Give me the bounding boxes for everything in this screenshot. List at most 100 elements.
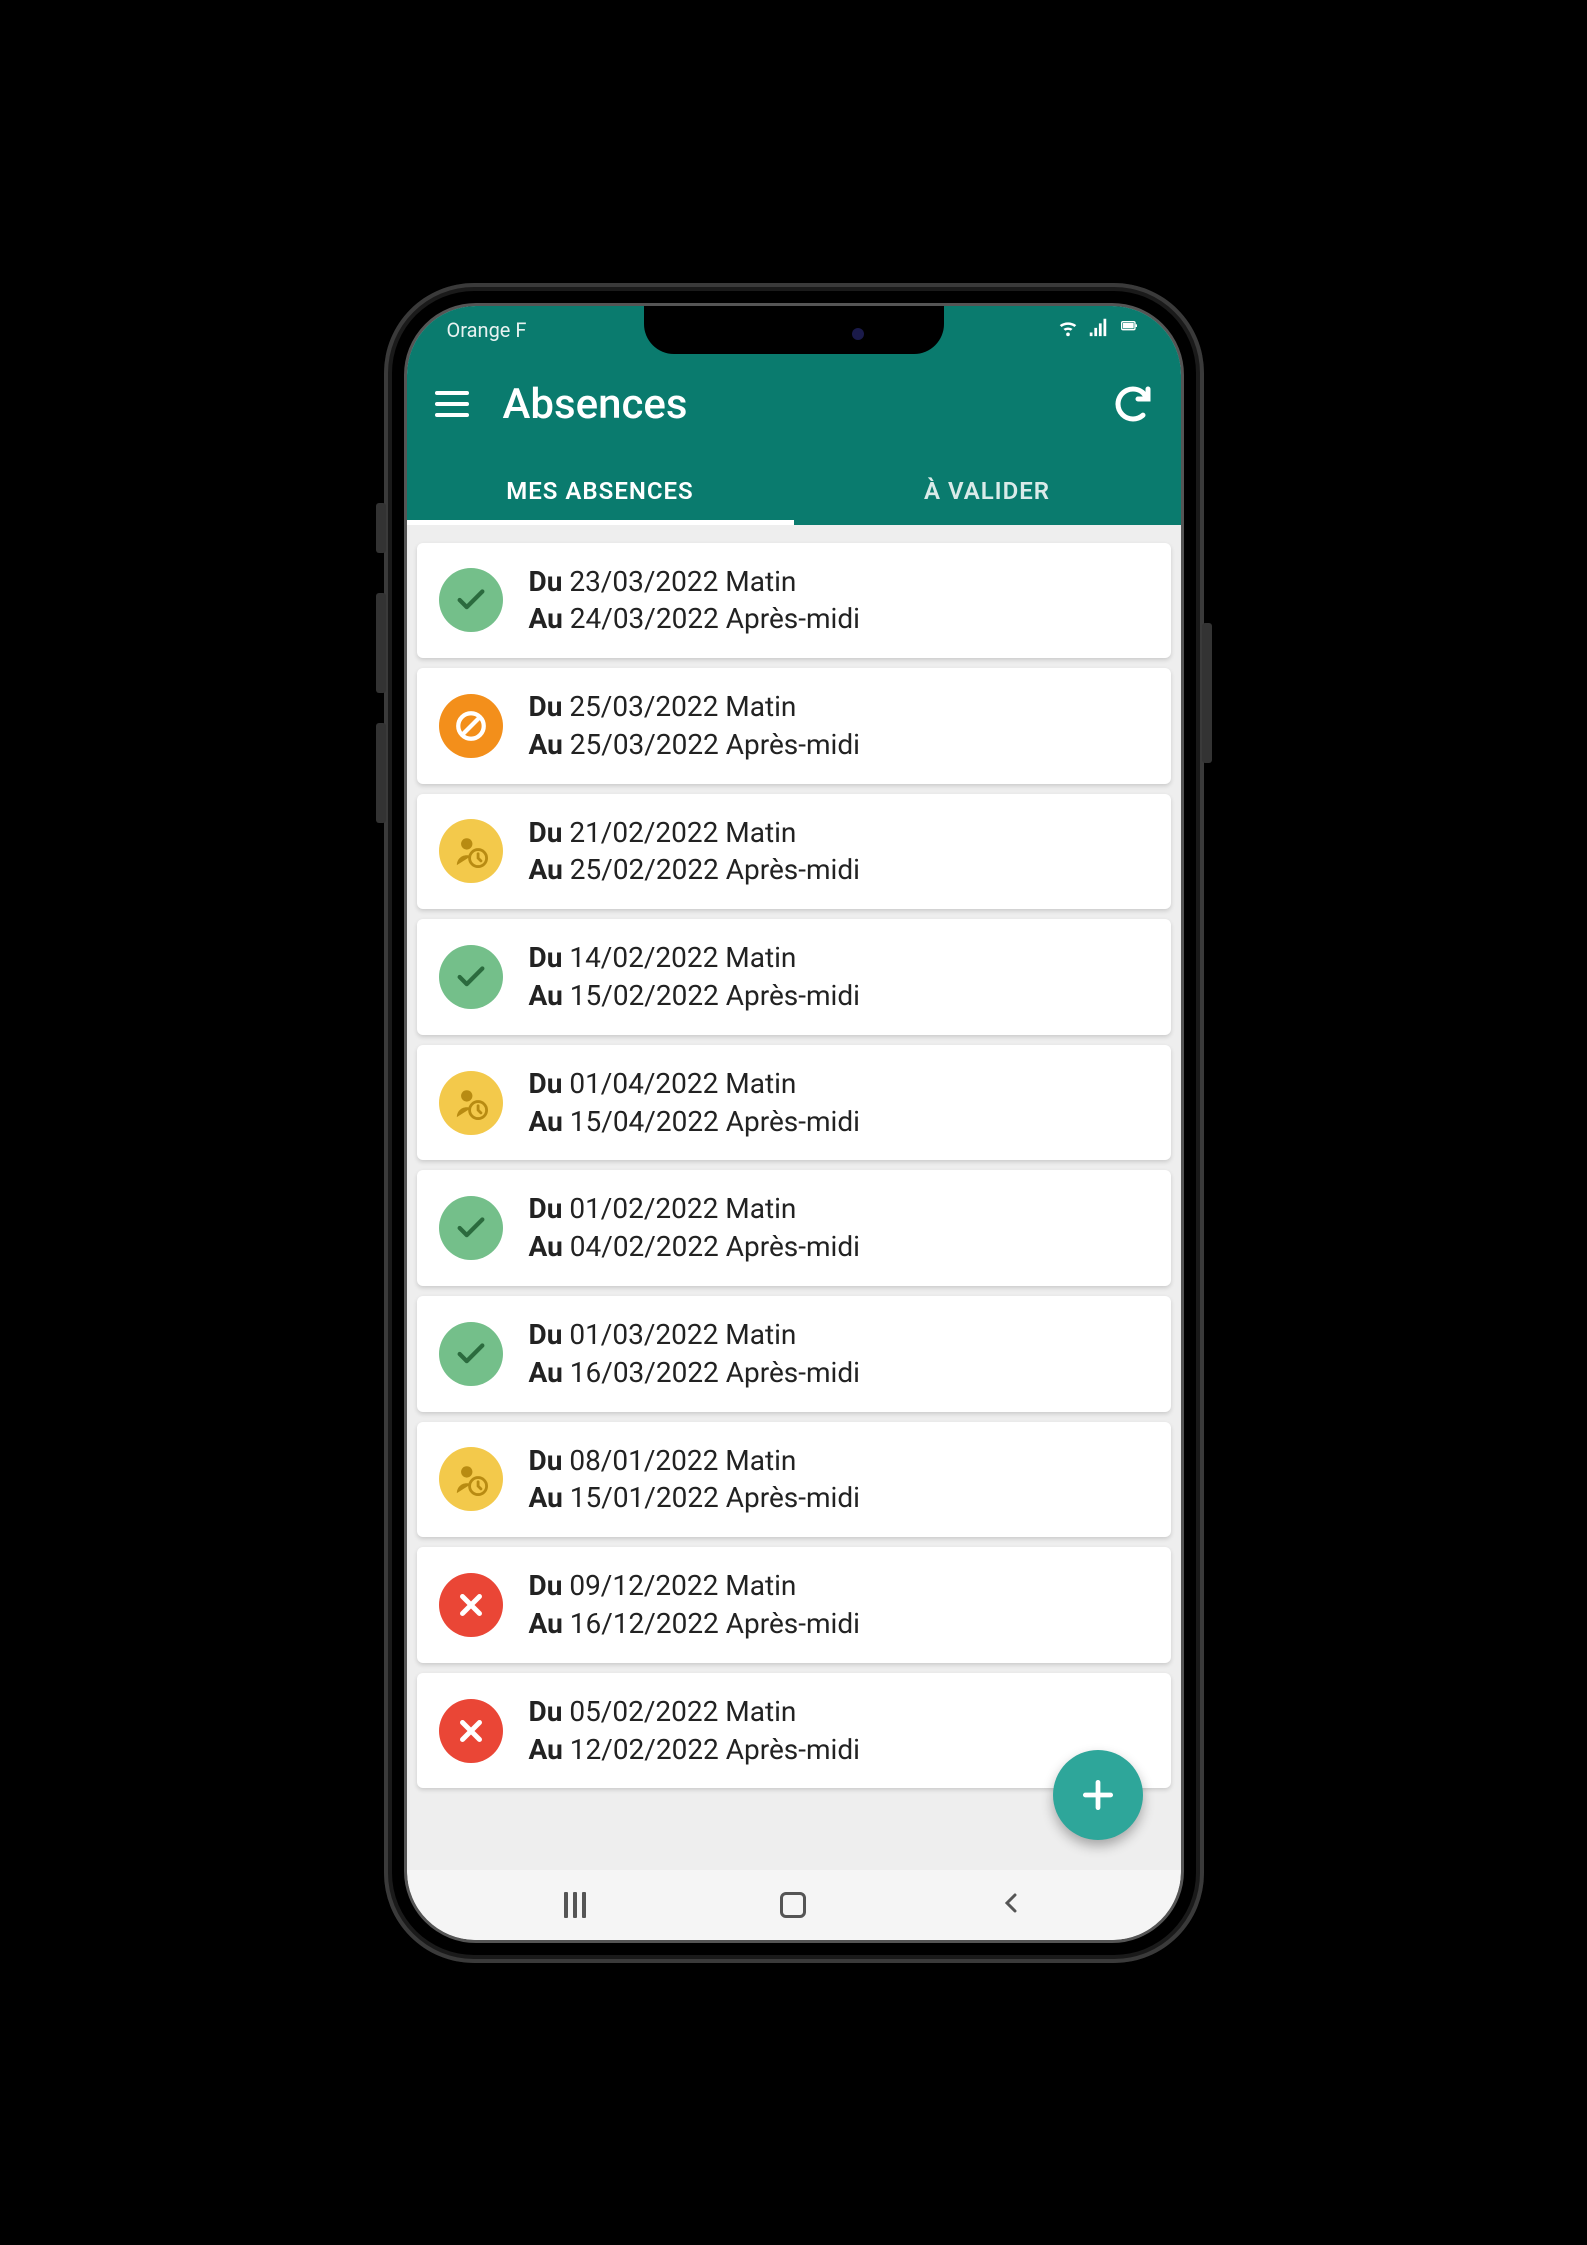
absence-card[interactable]: Du 01/04/2022 MatinAu 15/04/2022 Après-m… (417, 1045, 1171, 1161)
from-value: 14/02/2022 Matin (562, 941, 796, 974)
absence-text: Du 01/02/2022 MatinAu 04/02/2022 Après-m… (529, 1190, 860, 1266)
to-value: 16/03/2022 Après-midi (563, 1356, 860, 1389)
to-value: 15/04/2022 Après-midi (563, 1105, 860, 1138)
to-value: 04/02/2022 Après-midi (563, 1230, 860, 1263)
check-icon (439, 1322, 503, 1386)
from-value: 08/01/2022 Matin (562, 1444, 796, 1477)
absence-text: Du 25/03/2022 MatinAu 25/03/2022 Après-m… (529, 688, 860, 764)
app-header: Absences (407, 354, 1181, 455)
absence-text: Du 09/12/2022 MatinAu 16/12/2022 Après-m… (529, 1567, 860, 1643)
absence-card[interactable]: Du 01/03/2022 MatinAu 16/03/2022 Après-m… (417, 1296, 1171, 1412)
tab-to-validate[interactable]: À VALIDER (794, 455, 1181, 525)
phone-volume-up (376, 593, 386, 693)
nav-home-button[interactable] (780, 1892, 806, 1918)
absence-card[interactable]: Du 01/02/2022 MatinAu 04/02/2022 Après-m… (417, 1170, 1171, 1286)
refresh-button[interactable] (1113, 384, 1153, 424)
absence-card[interactable]: Du 09/12/2022 MatinAu 16/12/2022 Après-m… (417, 1547, 1171, 1663)
from-label: Du (529, 1695, 563, 1728)
screen: Orange F Absences (407, 306, 1181, 1940)
nav-back-button[interactable] (1000, 1891, 1024, 1919)
from-value: 01/03/2022 Matin (562, 1318, 796, 1351)
status-carrier: Orange F (447, 318, 527, 342)
to-value: 15/01/2022 Après-midi (563, 1481, 860, 1514)
from-label: Du (529, 1192, 563, 1225)
from-value: 25/03/2022 Matin (562, 690, 796, 723)
absence-text: Du 21/02/2022 MatinAu 25/02/2022 Après-m… (529, 814, 860, 890)
absence-from-line: Du 08/01/2022 Matin (529, 1442, 860, 1480)
from-label: Du (529, 1444, 563, 1477)
add-absence-button[interactable] (1053, 1750, 1143, 1840)
to-value: 25/03/2022 Après-midi (563, 728, 860, 761)
to-label: Au (529, 728, 563, 761)
to-label: Au (529, 602, 563, 635)
phone-power-button (1202, 623, 1212, 763)
to-value: 25/02/2022 Après-midi (563, 853, 860, 886)
to-value: 15/02/2022 Après-midi (563, 979, 860, 1012)
from-label: Du (529, 1067, 563, 1100)
absence-from-line: Du 01/04/2022 Matin (529, 1065, 860, 1103)
absence-card[interactable]: Du 05/02/2022 MatinAu 12/02/2022 Après-m… (417, 1673, 1171, 1789)
absence-to-line: Au 25/03/2022 Après-midi (529, 726, 860, 764)
absence-card[interactable]: Du 23/03/2022 MatinAu 24/03/2022 Après-m… (417, 543, 1171, 659)
from-value: 01/02/2022 Matin (562, 1192, 796, 1225)
to-value: 12/02/2022 Après-midi (563, 1733, 860, 1766)
absence-card[interactable]: Du 21/02/2022 MatinAu 25/02/2022 Après-m… (417, 794, 1171, 910)
from-value: 23/03/2022 Matin (562, 565, 796, 598)
close-icon (439, 1573, 503, 1637)
to-label: Au (529, 1105, 563, 1138)
page-title: Absences (503, 380, 1079, 429)
absence-to-line: Au 04/02/2022 Après-midi (529, 1228, 860, 1266)
check-icon (439, 1196, 503, 1260)
to-value: 24/03/2022 Après-midi (563, 602, 860, 635)
battery-icon (1117, 319, 1141, 340)
phone-frame: Orange F Absences (384, 283, 1204, 1963)
absence-from-line: Du 05/02/2022 Matin (529, 1693, 860, 1731)
absence-text: Du 05/02/2022 MatinAu 12/02/2022 Après-m… (529, 1693, 860, 1769)
absence-from-line: Du 23/03/2022 Matin (529, 563, 860, 601)
absence-to-line: Au 15/04/2022 Après-midi (529, 1103, 860, 1141)
from-value: 01/04/2022 Matin (562, 1067, 796, 1100)
absence-text: Du 01/03/2022 MatinAu 16/03/2022 Après-m… (529, 1316, 860, 1392)
absence-to-line: Au 16/03/2022 Après-midi (529, 1354, 860, 1392)
person-clock-icon (439, 819, 503, 883)
status-bar-right (1057, 316, 1141, 343)
absence-to-line: Au 15/01/2022 Après-midi (529, 1479, 860, 1517)
absence-to-line: Au 16/12/2022 Après-midi (529, 1605, 860, 1643)
absence-to-line: Au 12/02/2022 Après-midi (529, 1731, 860, 1769)
absence-from-line: Du 21/02/2022 Matin (529, 814, 860, 852)
absence-from-line: Du 01/03/2022 Matin (529, 1316, 860, 1354)
nav-recent-button[interactable] (564, 1892, 586, 1918)
phone-silent-switch (376, 503, 386, 553)
absence-card[interactable]: Du 25/03/2022 MatinAu 25/03/2022 Après-m… (417, 668, 1171, 784)
absence-to-line: Au 25/02/2022 Après-midi (529, 851, 860, 889)
absence-card[interactable]: Du 08/01/2022 MatinAu 15/01/2022 Après-m… (417, 1422, 1171, 1538)
from-label: Du (529, 1318, 563, 1351)
phone-volume-down (376, 723, 386, 823)
signal-icon (1087, 316, 1109, 343)
android-nav-bar (407, 1870, 1181, 1940)
absence-text: Du 14/02/2022 MatinAu 15/02/2022 Après-m… (529, 939, 860, 1015)
from-label: Du (529, 1569, 563, 1602)
to-label: Au (529, 853, 563, 886)
to-label: Au (529, 1607, 563, 1640)
person-clock-icon (439, 1447, 503, 1511)
phone-inner: Orange F Absences (404, 303, 1184, 1943)
prohibit-icon (439, 694, 503, 758)
absence-from-line: Du 01/02/2022 Matin (529, 1190, 860, 1228)
absence-list[interactable]: Du 23/03/2022 MatinAu 24/03/2022 Après-m… (407, 525, 1181, 1859)
phone-notch (644, 306, 944, 354)
from-value: 21/02/2022 Matin (562, 816, 796, 849)
absence-to-line: Au 15/02/2022 Après-midi (529, 977, 860, 1015)
absence-text: Du 01/04/2022 MatinAu 15/04/2022 Après-m… (529, 1065, 860, 1141)
to-label: Au (529, 1230, 563, 1263)
tab-my-absences[interactable]: MES ABSENCES (407, 455, 794, 525)
from-label: Du (529, 816, 563, 849)
absence-from-line: Du 09/12/2022 Matin (529, 1567, 860, 1605)
to-label: Au (529, 1356, 563, 1389)
absence-from-line: Du 25/03/2022 Matin (529, 688, 860, 726)
close-icon (439, 1699, 503, 1763)
from-value: 09/12/2022 Matin (562, 1569, 796, 1602)
absence-card[interactable]: Du 14/02/2022 MatinAu 15/02/2022 Après-m… (417, 919, 1171, 1035)
tab-bar: MES ABSENCES À VALIDER (407, 455, 1181, 525)
menu-button[interactable] (435, 391, 469, 417)
